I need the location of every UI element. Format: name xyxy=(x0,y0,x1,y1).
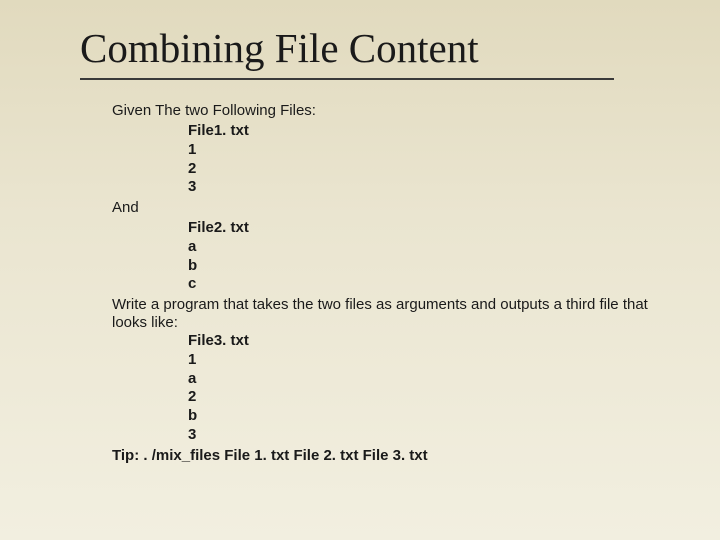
file1-line: 2 xyxy=(188,160,660,179)
file2-block: File2. txt a b c xyxy=(112,219,660,294)
file1-line: 1 xyxy=(188,141,660,160)
intro-text: Given The two Following Files: xyxy=(112,102,660,120)
file1-block: File1. txt 1 2 3 xyxy=(112,122,660,197)
title-rule xyxy=(80,78,614,80)
file3-block: File3. txt 1 a 2 b 3 xyxy=(112,332,660,445)
file1-line: 3 xyxy=(188,178,660,197)
file1-name: File1. txt xyxy=(188,122,660,141)
file3-line: 1 xyxy=(188,351,660,370)
file2-line: c xyxy=(188,275,660,294)
file3-name: File3. txt xyxy=(188,332,660,351)
file2-line: b xyxy=(188,257,660,276)
file2-name: File2. txt xyxy=(188,219,660,238)
file3-line: a xyxy=(188,370,660,389)
task-text: Write a program that takes the two files… xyxy=(112,296,660,332)
file3-line: b xyxy=(188,407,660,426)
file3-line: 3 xyxy=(188,426,660,445)
and-text: And xyxy=(112,199,660,217)
slide: Combining File Content Given The two Fol… xyxy=(0,0,720,540)
slide-body: Given The two Following Files: File1. tx… xyxy=(80,102,660,465)
file2-line: a xyxy=(188,238,660,257)
page-title: Combining File Content xyxy=(80,24,660,72)
file3-line: 2 xyxy=(188,388,660,407)
tip-text: Tip: . /mix_files File 1. txt File 2. tx… xyxy=(112,447,660,465)
